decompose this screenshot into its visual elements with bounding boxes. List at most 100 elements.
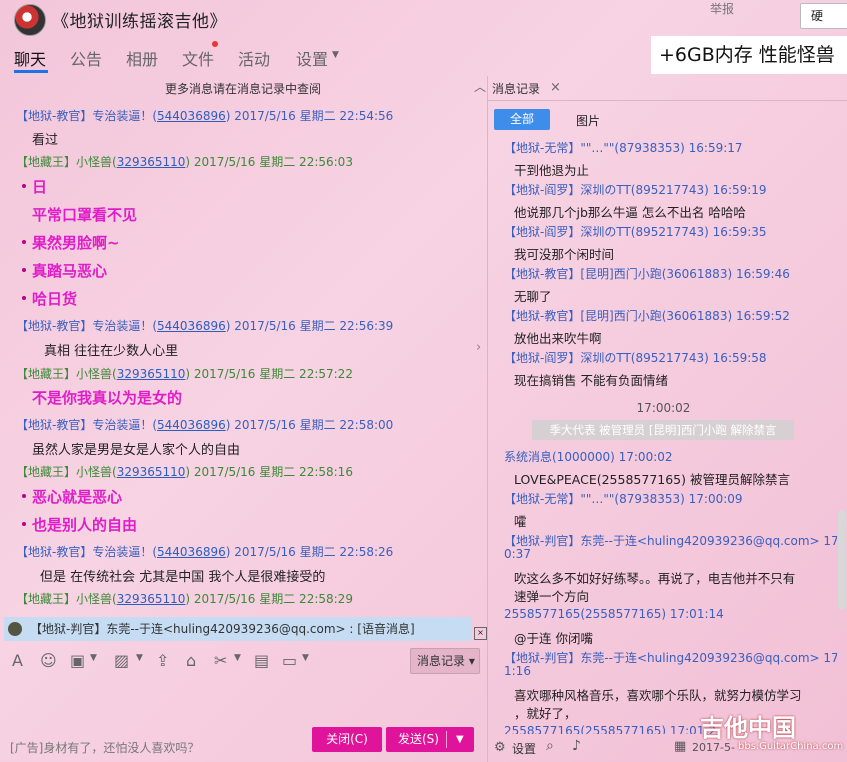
history-text: 他说那几个jb那么牛逼 怎么不出名 哈哈哈 [514,205,746,220]
history-header: 【地狱-无常】""…""(87938353) 17:00:09 [504,492,743,506]
message-text: 平常口罩看不见 [32,206,138,224]
emoji-icon[interactable]: ☺ [40,651,57,670]
calendar-icon[interactable]: ▦ [674,739,686,754]
message-input[interactable] [0,676,488,726]
history-header: 【地狱-阎罗】深圳のTT(895217743) 16:59:19 [504,183,767,197]
trash-icon[interactable]: ▤ [254,651,269,670]
avatar [8,622,22,636]
filter-all-button[interactable]: 全部 [494,109,550,130]
hard-button[interactable]: 硬 [800,3,847,29]
chevron-down-icon[interactable]: ▼ [90,653,97,663]
sender-name[interactable]: 【地狱-教官】专治装逼！( [16,418,157,432]
history-header: 【地狱-判官】东莞--于连<huling420939236@qq.com> 17… [504,651,837,665]
close-icon[interactable]: × [474,627,487,640]
group-avatar[interactable] [14,4,46,36]
tab-album[interactable]: 相册 [126,46,158,70]
gift-icon[interactable]: ⌂ [186,651,196,670]
sender-name[interactable]: 【地狱-教官】专治装逼！( [16,319,157,333]
sender-qq-link[interactable]: 544036896 [157,319,226,333]
message-text: 果然男脸啊~ [32,234,120,252]
message-text: 哈日货 [32,290,78,308]
image-icon[interactable]: ▨ [114,651,129,670]
upload-icon[interactable]: ⇪ [156,651,169,670]
history-header: 2558577165(2558577165) 17:01:2 [504,724,717,734]
message-text: 但是 在传统社会 尤其是中国 我个人是很难接受的 [40,570,326,585]
screen-share-icon[interactable]: ▭ [282,651,297,670]
message-time: ) 2017/5/16 星期二 22:58:26 [225,545,394,559]
sender-qq-link[interactable]: 544036896 [157,418,226,432]
history-header: 【地狱-教官】[昆明]西门小跑(36061883) 16:59:46 [504,267,790,281]
history-header: 【地狱-阎罗】深圳のTT(895217743) 16:59:58 [504,351,767,365]
gif-icon[interactable]: ▣ [70,651,85,670]
bullet-dot [22,240,26,244]
message-time: ) 2017/5/16 星期二 22:56:39 [225,319,394,333]
message-history-button[interactable]: 消息记录 ▾ [410,648,480,674]
history-scrollbar[interactable] [838,510,846,610]
sender-qq-link[interactable]: 329365110 [117,465,186,479]
sender-name[interactable]: 【地藏王】小怪兽( [16,465,117,479]
bullet-dot [22,522,26,526]
tab-chat[interactable]: 聊天 [14,46,46,70]
ad-banner[interactable]: +6GB内存 性能怪兽 [651,36,847,74]
history-list[interactable]: 【地狱-无常】""…""(87938353) 16:59:17 干到他退为止 【… [490,134,837,734]
send-button[interactable]: 发送(S) ▼ [386,727,474,752]
sender-qq-link[interactable]: 329365110 [117,592,186,606]
font-icon[interactable]: A [12,651,23,670]
message-time: ) 2017/5/16 星期二 22:58:00 [225,418,394,432]
history-header: 【地狱-教官】[昆明]西门小跑(36061883) 16:59:52 [504,309,790,323]
tab-files[interactable]: 文件 [182,46,214,70]
group-title: 《地狱训练摇滚吉他》 [52,12,227,32]
message-text: 看过 [32,133,59,148]
sender-qq-link[interactable]: 329365110 [117,155,186,169]
close-icon[interactable]: × [550,80,561,95]
bullet-dot [22,268,26,272]
message-header: 【地藏王】小怪兽(329365110) 2017/5/16 星期二 22:58:… [16,590,353,607]
history-text: 干到他退为止 [514,163,590,178]
close-button[interactable]: 关闭(C) [312,727,382,752]
sender-name[interactable]: 【地藏王】小怪兽( [16,592,117,606]
site-url: bbs.GuitarChina.com [738,741,844,752]
sender-qq-link[interactable]: 544036896 [157,545,226,559]
pane-divider[interactable] [487,76,488,762]
tab-activity[interactable]: 活动 [238,46,270,70]
active-tab-indicator [14,70,48,73]
collapse-icon[interactable]: ︿ [474,78,486,95]
chat-messages[interactable]: 更多消息请在消息记录中查阅 ︿ 【地狱-教官】专治装逼！(544036896) … [0,76,488,616]
gear-icon[interactable]: ⚙ [494,740,506,755]
sender-name[interactable]: 【地藏王】小怪兽( [16,367,117,381]
history-text: 喜欢哪种风格音乐，喜欢哪个乐队，就努力模仿学习 [514,688,802,703]
tab-settings[interactable]: 设置 [296,46,328,70]
voice-message-notice[interactable]: 【地狱-判官】东莞--于连<huling420939236@qq.com> : … [4,617,472,641]
chevron-down-icon[interactable]: ▼ [302,653,309,663]
sender-name[interactable]: 【地狱-教官】专治装逼！( [16,109,157,123]
sender-name[interactable]: 【地狱-教官】专治装逼！( [16,545,157,559]
sender-qq-link[interactable]: 544036896 [157,109,226,123]
system-banner: 季大代表 被管理员 [昆明]西门小跑 解除禁言 [532,420,794,440]
chevron-down-icon[interactable]: ▼ [234,653,241,663]
report-link[interactable]: 举报 [710,0,734,17]
history-text: 嚯 [514,514,527,529]
history-text: 吹这么多不如好好练琴。。再说了，电吉他并不只有 [514,571,796,586]
history-text: 无聊了 [514,289,552,304]
scissors-icon[interactable]: ✂ [214,651,227,670]
speaker-icon[interactable]: ♪ [572,738,581,754]
settings-caret-icon[interactable]: ▼ [332,50,339,60]
chevron-down-icon[interactable]: ▼ [136,653,143,663]
message-time: ) 2017/5/16 星期二 22:57:22 [185,367,353,381]
divider [488,100,847,101]
tab-announcement[interactable]: 公告 [70,46,102,70]
divider [446,731,447,748]
sender-qq-link[interactable]: 329365110 [117,367,186,381]
more-messages-hint[interactable]: 更多消息请在消息记录中查阅 [0,80,486,97]
filter-images-button[interactable]: 图片 [576,112,600,129]
send-label: 发送(S) [398,732,439,746]
send-options-chevron-icon[interactable]: ▼ [456,727,464,752]
settings-label[interactable]: 设置 [512,740,536,757]
tab-message-history[interactable]: 消息记录 [492,80,540,97]
message-time: ) 2017/5/16 星期二 22:58:29 [185,592,353,606]
ad-text[interactable]: [广告]身材有了，还怕没人喜欢吗？ [10,739,199,756]
history-text: 放他出来吹牛啊 [514,331,602,346]
sender-name[interactable]: 【地藏王】小怪兽( [16,155,117,169]
search-icon[interactable]: ⌕ [546,738,554,754]
message-header: 【地狱-教官】专治装逼！(544036896) 2017/5/16 星期二 22… [16,543,393,560]
